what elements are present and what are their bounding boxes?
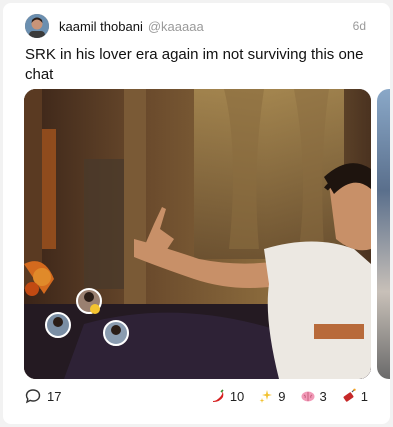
firecracker-count: 1 (360, 388, 368, 404)
post-header: kaamil thobani @kaaaaa 6d (25, 13, 368, 39)
post-card[interactable]: kaamil thobani @kaaaaa 6d SRK in his love… (3, 3, 390, 424)
chat-bubble-icon (25, 389, 41, 404)
post-image[interactable] (24, 89, 371, 379)
post-timestamp: 6d (352, 19, 366, 33)
pepper-count: 10 (229, 388, 245, 404)
firecracker-reaction[interactable]: 1 (341, 388, 368, 404)
author-name[interactable]: kaamil thobani (59, 19, 143, 34)
author-line[interactable]: kaamil thobani @kaaaaa (59, 19, 204, 34)
pepper-icon (212, 389, 224, 402)
brain-icon (301, 391, 315, 402)
reply-count: 17 (47, 388, 62, 404)
brain-reaction[interactable]: 3 (300, 388, 327, 404)
sparkle-count: 9 (278, 388, 286, 404)
avatar-stickers (45, 288, 129, 346)
post-text: SRK in his lover era again im not surviv… (25, 46, 364, 83)
pepper-reaction[interactable]: 10 (210, 388, 244, 404)
reactions-bar: 17 10 9 3 1 (25, 388, 368, 410)
author-avatar[interactable] (25, 14, 49, 38)
sparkle-icon (259, 390, 273, 403)
firecracker-icon (343, 388, 356, 402)
brain-count: 3 (319, 388, 327, 404)
sparkle-reaction[interactable]: 9 (258, 388, 286, 404)
author-handle[interactable]: @kaaaaa (148, 19, 204, 34)
reply-button[interactable]: 17 (25, 388, 61, 404)
next-image-preview[interactable] (377, 89, 390, 379)
